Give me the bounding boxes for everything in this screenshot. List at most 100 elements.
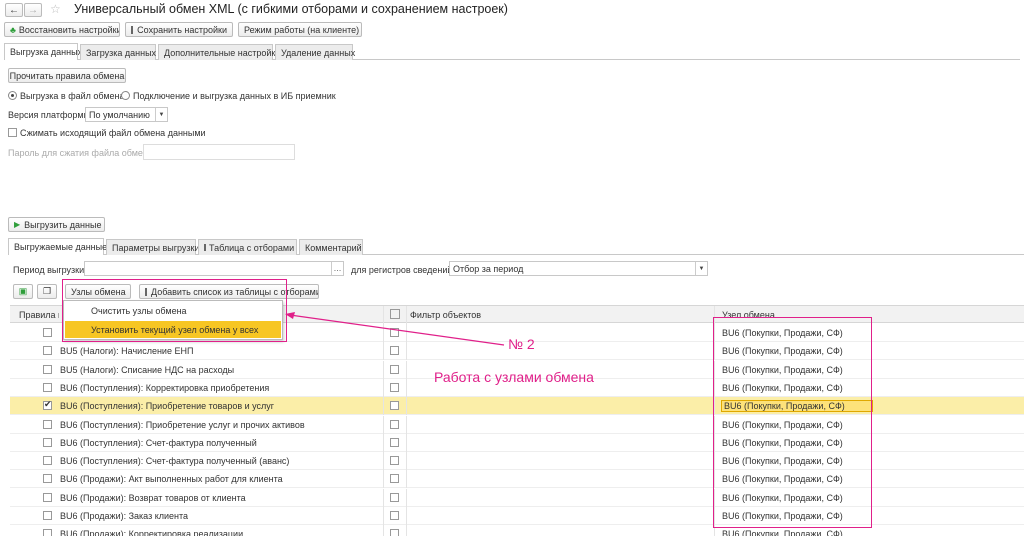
chevron-down-icon: ▼ <box>695 262 707 275</box>
row-filter-checkbox[interactable] <box>390 456 399 466</box>
row-filter-checkbox[interactable] <box>390 401 399 411</box>
period-label: Период выгрузки: <box>13 265 87 275</box>
password-label: Пароль для сжатия файла обмена: <box>8 148 156 158</box>
arrow-left-icon: ← <box>9 4 19 16</box>
compress-label: Сжимать исходящий файл обмена данными <box>20 128 206 138</box>
row-divider <box>406 360 407 379</box>
row-checkbox[interactable] <box>43 328 52 337</box>
tab-delete-data[interactable]: Удаление данных <box>275 44 355 60</box>
row-checkbox[interactable] <box>43 346 52 356</box>
row-divider <box>383 433 384 452</box>
row-divider <box>383 360 384 379</box>
row-divider <box>383 525 384 536</box>
row-divider <box>406 525 407 536</box>
annotation-frame-nodes <box>713 317 872 528</box>
row-divider <box>383 470 384 489</box>
row-divider <box>406 415 407 434</box>
platform-version-select[interactable]: По умолчанию ▼ <box>85 107 168 122</box>
row-divider <box>406 433 407 452</box>
radio-export-to-file[interactable] <box>8 91 17 100</box>
row-checkbox[interactable] <box>43 382 52 392</box>
restore-settings-button[interactable]: ♣ Восстановить настройки <box>4 22 120 37</box>
annotation-arrow <box>285 312 505 346</box>
row-divider <box>406 397 407 416</box>
check-all-button[interactable]: ▣ <box>13 284 33 299</box>
row-divider <box>383 415 384 434</box>
subtab-export-params[interactable]: Параметры выгрузки <box>106 239 200 255</box>
row-divider <box>383 397 384 416</box>
row-filter-checkbox[interactable] <box>390 437 399 447</box>
row-checkbox[interactable] <box>43 364 52 374</box>
work-mode-button[interactable]: Режим работы (на клиенте) ▼ <box>238 22 362 37</box>
row-divider <box>383 507 384 525</box>
uncheck-all-icon: ❐ <box>42 286 52 296</box>
row-rule-name: BU6 (Поступления): Счет-фактура полученн… <box>60 437 257 448</box>
row-rule-name: BU6 (Продажи): Корректировка реализации <box>60 529 244 536</box>
tab-import[interactable]: Загрузка данных <box>80 44 156 60</box>
registers-select[interactable]: Отбор за период ▼ <box>449 261 708 276</box>
row-rule-name: BU6 (Поступления): Приобретение услуг и … <box>60 419 305 430</box>
row-checkbox[interactable] <box>43 511 52 520</box>
uncheck-all-button[interactable]: ❐ <box>37 284 57 299</box>
row-rule-name: BU6 (Продажи): Возврат товаров от клиент… <box>60 492 246 503</box>
row-checkbox[interactable]: ✔ <box>43 399 52 411</box>
checkmark-icon: ✔ <box>44 399 52 410</box>
radio-export-to-file-label: Выгрузка в файл обмена <box>20 91 125 101</box>
star-icon[interactable]: ☆ <box>50 2 61 16</box>
subtab-filter-table[interactable]: Таблица с отборами <box>198 239 297 255</box>
export-data-button[interactable]: ▶ Выгрузить данные <box>8 217 105 232</box>
row-checkbox[interactable] <box>43 492 52 502</box>
row-filter-checkbox[interactable] <box>390 511 399 520</box>
row-divider <box>406 470 407 489</box>
header-export-rules[interactable]: Правила выгрузки <box>19 310 59 320</box>
back-button[interactable]: ← <box>5 3 23 17</box>
row-filter-checkbox[interactable] <box>390 492 399 502</box>
annotation-number: № 2 <box>508 336 535 352</box>
row-rule-name: BU6 (Поступления): Корректировка приобре… <box>60 382 270 393</box>
tab-additional-settings[interactable]: Дополнительные настройки <box>158 44 280 60</box>
row-rule-name: BU6 (Продажи): Акт выполненных работ для… <box>60 474 283 485</box>
save-settings-button[interactable]: Сохранить настройки <box>125 22 233 37</box>
row-filter-checkbox[interactable] <box>390 529 399 536</box>
row-rule-name: BU6 (Поступления): Приобретение товаров … <box>60 401 275 412</box>
row-divider <box>406 378 407 397</box>
row-checkbox[interactable] <box>43 474 52 484</box>
row-filter-checkbox[interactable] <box>390 419 399 429</box>
arrow-right-icon: → <box>28 4 38 16</box>
row-rule-name: BU5 (Налоги): Списание НДС на расходы <box>60 364 235 375</box>
chevron-down-icon: ▼ <box>155 108 167 121</box>
period-input[interactable]: … <box>84 261 344 276</box>
restore-icon: ♣ <box>10 24 16 35</box>
row-divider <box>406 507 407 525</box>
forward-button[interactable]: → <box>24 3 42 17</box>
row-checkbox[interactable] <box>43 456 52 466</box>
tab-export[interactable]: Выгрузка данных <box>4 43 82 60</box>
row-divider <box>383 452 384 471</box>
row-exchange-node[interactable]: BU6 (Покупки, Продажи, СФ) <box>722 529 872 536</box>
row-filter-checkbox[interactable] <box>390 474 399 484</box>
row-rule-name: BU6 (Поступления): Счет-фактура полученн… <box>60 456 290 467</box>
row-filter-checkbox[interactable] <box>390 364 399 374</box>
registers-label: для регистров сведений: <box>351 265 455 275</box>
row-divider <box>383 378 384 397</box>
annotation-caption: Работа с узлами обмена <box>434 369 594 385</box>
row-divider <box>406 488 407 507</box>
check-all-icon: ▣ <box>18 286 28 296</box>
read-rules-button[interactable]: Прочитать правила обмена <box>8 68 126 83</box>
tabs-baseline <box>4 59 1020 60</box>
annotation-frame-menu <box>62 279 287 342</box>
compress-checkbox[interactable] <box>8 128 17 137</box>
play-icon: ▶ <box>14 220 21 229</box>
ellipsis-icon[interactable]: … <box>331 262 343 275</box>
radio-export-to-db[interactable] <box>121 91 130 100</box>
subtab-comment[interactable]: Комментарий <box>299 239 363 255</box>
window-title: Универсальный обмен XML (с гибкими отбор… <box>74 2 508 16</box>
row-divider <box>406 452 407 471</box>
row-checkbox[interactable] <box>43 437 52 447</box>
row-checkbox[interactable] <box>43 419 52 429</box>
password-input[interactable] <box>143 144 295 160</box>
row-checkbox[interactable] <box>43 529 52 536</box>
row-divider <box>383 488 384 507</box>
subtab-exported-data[interactable]: Выгружаемые данные <box>8 238 107 255</box>
row-filter-checkbox[interactable] <box>390 382 399 392</box>
